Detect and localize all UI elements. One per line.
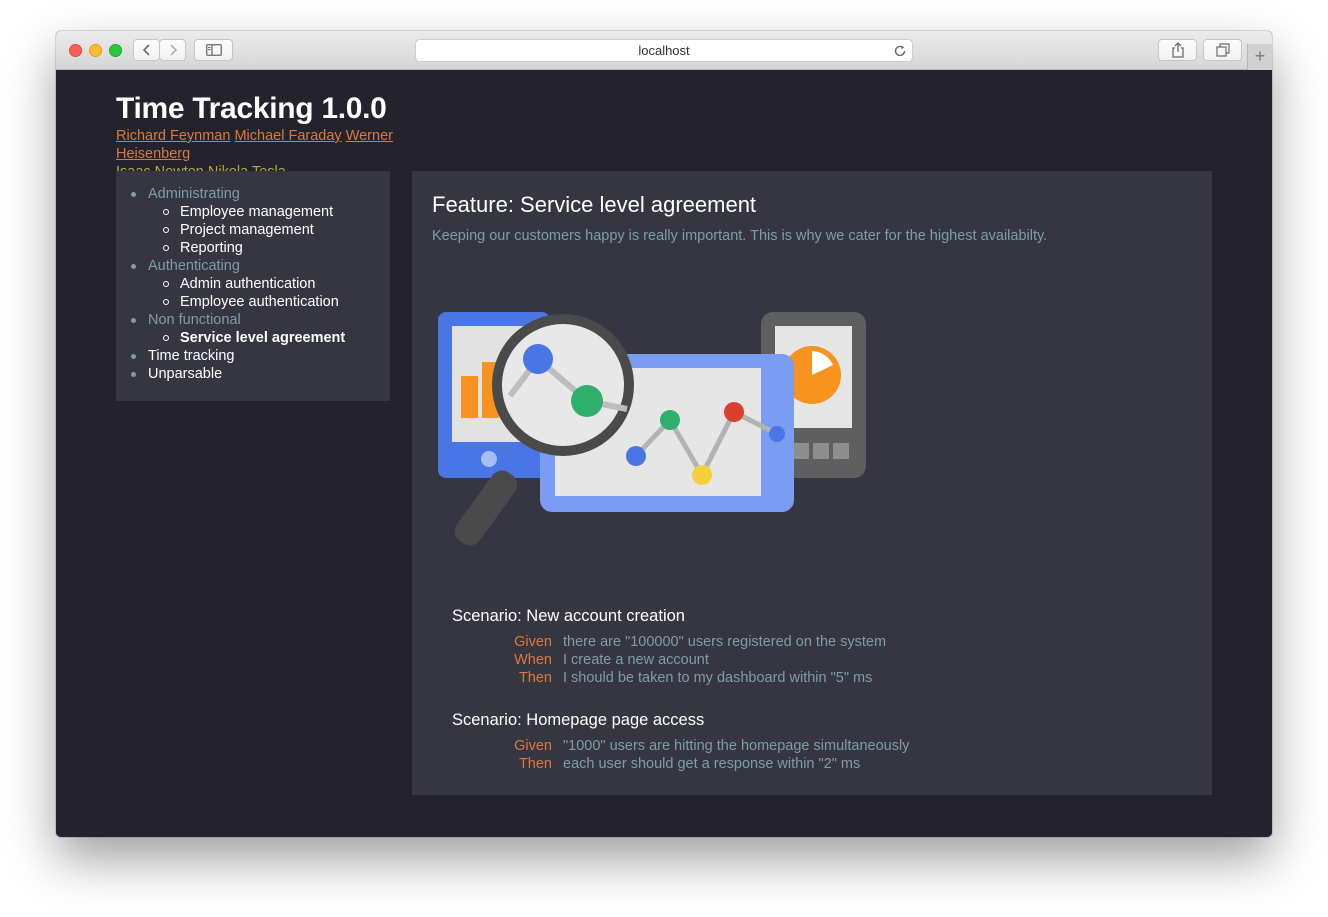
nav-section-label[interactable]: Unparsable	[148, 365, 390, 383]
close-window-button[interactable]	[69, 44, 82, 57]
new-tab-button[interactable]: +	[1247, 44, 1272, 70]
minimize-window-button[interactable]	[89, 44, 102, 57]
nav-section-label[interactable]: Authenticating	[148, 257, 390, 275]
scenario-step: Then each user should get a response wit…	[452, 755, 909, 773]
nav-section-label[interactable]: Time tracking	[148, 347, 390, 365]
step-text: "1000" users are hitting the homepage si…	[563, 738, 910, 754]
nav-item[interactable]: Employee management	[148, 203, 390, 221]
sidebar-icon	[205, 44, 222, 56]
nav-item-active[interactable]: Service level agreement	[148, 329, 390, 347]
author-link[interactable]: Richard Feynman	[116, 128, 230, 144]
feature-panel: Feature: Service level agreement Keeping…	[412, 171, 1212, 795]
step-text: there are "100000" users registered on t…	[563, 634, 887, 650]
feature-sidebar: Administrating Employee management Proje…	[116, 171, 390, 401]
feature-title: Feature: Service level agreement	[432, 192, 757, 217]
tabs-icon	[1215, 43, 1230, 57]
scenario-step: Given there are "100000" users registere…	[452, 633, 886, 651]
nav-item[interactable]: Project management	[148, 221, 390, 239]
back-button[interactable]	[133, 39, 160, 61]
chevron-right-icon	[169, 44, 177, 56]
scenario-title: Scenario: Homepage page access	[452, 711, 705, 729]
scenario-step: When I create a new account	[452, 651, 886, 669]
url-text: localhost	[638, 43, 690, 58]
share-button[interactable]	[1158, 39, 1197, 61]
step-keyword: When	[514, 652, 552, 668]
step-text: I create a new account	[563, 652, 709, 668]
scenario: Scenario: Homepage page access Given "10…	[452, 710, 909, 773]
nav-section: Unparsable	[116, 365, 390, 383]
share-icon	[1171, 42, 1184, 58]
nav-section-label[interactable]: Administrating	[148, 185, 390, 203]
scenario-title: Scenario: New account creation	[452, 607, 685, 625]
scenario-step: Then I should be taken to my dashboard w…	[452, 669, 886, 687]
nav-item[interactable]: Admin authentication	[148, 275, 390, 293]
page-content: Time Tracking 1.0.0 Richard Feynman Mich…	[56, 70, 1272, 837]
feature-nav: Administrating Employee management Proje…	[116, 185, 390, 383]
plus-icon: +	[1254, 46, 1266, 66]
scenario-step: Given "1000" users are hitting the homep…	[452, 737, 909, 755]
step-keyword: Then	[518, 670, 552, 686]
analytics-illustration	[438, 312, 866, 546]
chevron-left-icon	[142, 44, 150, 56]
scenario: Scenario: New account creation Given the…	[452, 606, 886, 687]
tabs-overview-button[interactable]	[1203, 39, 1242, 61]
browser-toolbar: localhost +	[56, 31, 1272, 70]
address-bar[interactable]: localhost	[415, 39, 913, 62]
step-text: I should be taken to my dashboard within…	[563, 670, 873, 686]
author-link[interactable]: Michael Faraday	[234, 128, 341, 144]
nav-item[interactable]: Reporting	[148, 239, 390, 257]
sidebar-toggle-button[interactable]	[194, 39, 233, 61]
nav-section-label[interactable]: Non functional	[148, 311, 390, 329]
reload-icon[interactable]	[893, 43, 907, 64]
nav-section: Authenticating Admin authentication Empl…	[116, 257, 390, 311]
feature-description: Keeping our customers happy is really im…	[432, 228, 1048, 244]
zoom-window-button[interactable]	[109, 44, 122, 57]
browser-window: localhost + Time Tracking 1.0.0 Richard …	[56, 31, 1272, 837]
step-keyword: Then	[518, 756, 552, 772]
nav-item[interactable]: Employee authentication	[148, 293, 390, 311]
forward-button[interactable]	[159, 39, 186, 61]
nav-section: Non functional Service level agreement	[116, 311, 390, 347]
step-keyword: Given	[514, 634, 552, 650]
step-text: each user should get a response within "…	[563, 756, 861, 772]
site-title: Time Tracking 1.0.0	[116, 92, 387, 125]
nav-section: Administrating Employee management Proje…	[116, 185, 390, 257]
step-keyword: Given	[514, 738, 552, 754]
nav-section: Time tracking	[116, 347, 390, 365]
